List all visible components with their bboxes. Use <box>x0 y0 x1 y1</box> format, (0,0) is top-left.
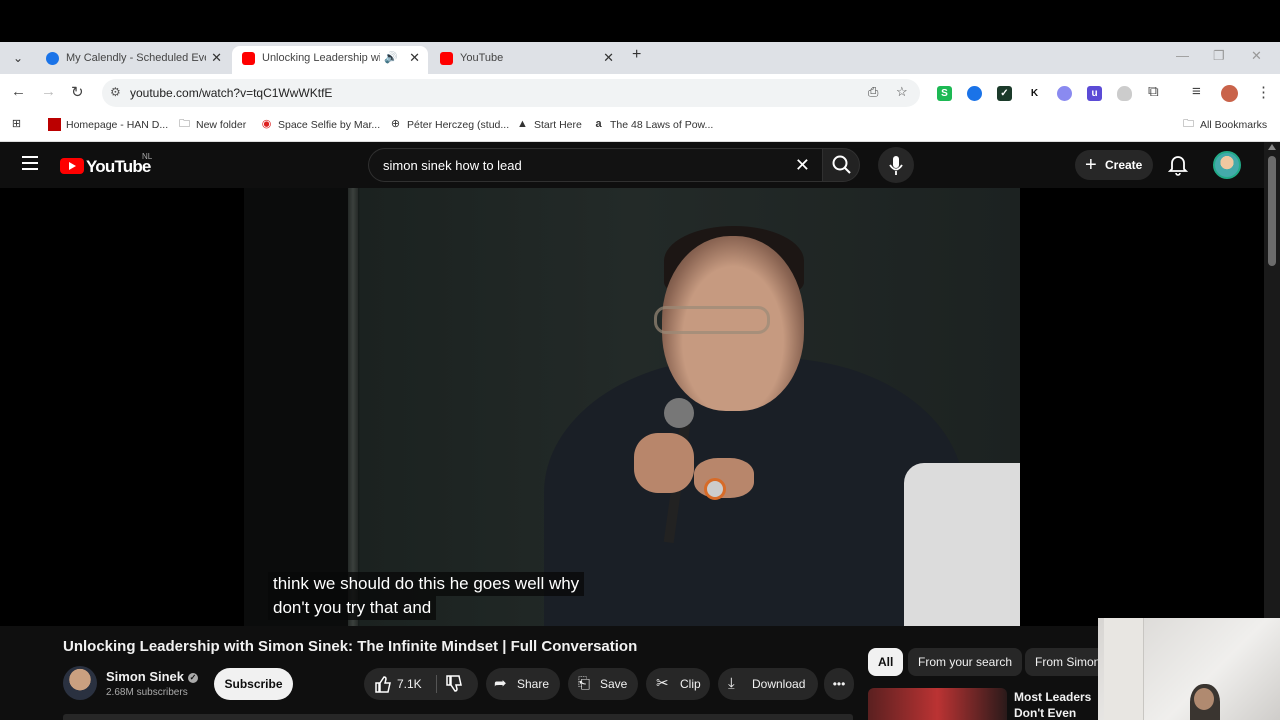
subscribe-button[interactable]: Subscribe <box>214 668 293 700</box>
han-icon <box>48 118 61 131</box>
reload-icon[interactable]: ↻ <box>71 83 84 101</box>
video-title: Unlocking Leadership with Simon Sinek: T… <box>63 638 638 655</box>
extension-check-icon[interactable]: ✓ <box>997 86 1012 101</box>
like-dislike-group: 7.1K <box>364 668 478 700</box>
extension-u-icon[interactable]: u <box>1087 86 1102 101</box>
chrome-menu-icon[interactable]: ⋮ <box>1256 83 1271 101</box>
chip-from-your-search[interactable]: From your search <box>908 648 1023 676</box>
download-icon: ⤓ <box>728 675 735 692</box>
share-button[interactable]: ➦ Share <box>486 668 560 700</box>
extension-k-icon[interactable]: K <box>1027 86 1042 101</box>
scrollbar-thumb[interactable] <box>1268 156 1276 266</box>
audio-playing-icon[interactable]: 🔊 <box>384 46 398 70</box>
recommended-video-title[interactable]: Most Leaders Don't Even Know the Game Th… <box>1014 689 1104 720</box>
space-selfie-icon: ◉ <box>261 118 272 130</box>
create-button[interactable]: + Create <box>1075 150 1153 180</box>
captions: think we should do this he goes well why… <box>268 572 585 620</box>
media-control-icon[interactable]: ≡ <box>1192 83 1201 100</box>
microphone-icon <box>889 156 903 175</box>
back-icon[interactable]: ← <box>11 83 26 100</box>
bookmark-space-selfie[interactable]: ◉ Space Selfie by Mar... <box>260 118 380 131</box>
bookmark-peter-herczeg[interactable]: ⊕ Péter Herczeg (stud... <box>389 118 509 131</box>
caption-line: don't you try that and <box>268 596 437 620</box>
tab-youtube[interactable]: YouTube ✕ <box>430 46 622 74</box>
like-button[interactable] <box>374 668 392 712</box>
more-actions-button[interactable]: ••• <box>824 668 854 700</box>
close-tab-icon[interactable]: ✕ <box>211 46 222 70</box>
channel-avatar[interactable] <box>63 666 97 700</box>
close-tab-icon[interactable]: ✕ <box>409 46 420 70</box>
subscriber-count: 2.68M subscribers <box>106 687 188 698</box>
address-bar[interactable]: ⚙ youtube.com/watch?v=tqC1WwWKtfE ⎙ ☆ <box>102 79 920 107</box>
plus-icon: + <box>1085 154 1097 176</box>
window-close-icon[interactable]: ✕ <box>1251 48 1262 64</box>
youtube-play-icon <box>60 158 84 174</box>
amazon-icon: a <box>595 118 602 130</box>
browser-toolbar: ← → ↻ ⚙ youtube.com/watch?v=tqC1WwWKtfE … <box>0 74 1280 112</box>
account-avatar[interactable] <box>1213 151 1241 179</box>
apps-grid-icon: ⊞ <box>11 118 22 130</box>
scissors-icon: ✂ <box>656 675 669 692</box>
dislike-button[interactable] <box>445 668 463 712</box>
scroll-up-icon[interactable] <box>1268 144 1276 150</box>
extension-s-icon[interactable]: S <box>937 86 952 101</box>
clip-button[interactable]: ✂ Clip <box>646 668 710 700</box>
video-frame[interactable] <box>244 188 1020 626</box>
chip-all[interactable]: All <box>868 648 904 676</box>
minimize-icon[interactable]: — <box>1176 48 1189 63</box>
download-button[interactable]: ⤓ Download <box>718 668 818 700</box>
thumbs-up-icon <box>375 676 391 693</box>
search-input[interactable]: simon sinek how to lead ✕ <box>368 148 822 182</box>
verified-icon: ✓ <box>188 672 199 683</box>
clear-search-icon[interactable]: ✕ <box>795 155 810 176</box>
folder-icon: 🗀 <box>179 118 190 130</box>
webcam-overlay <box>1098 618 1280 720</box>
notifications-icon[interactable] <box>1167 154 1189 176</box>
maximize-icon[interactable]: ❐ <box>1213 48 1225 64</box>
tab-search-icon[interactable]: ⌄ <box>8 48 28 68</box>
youtube-favicon-icon <box>242 52 255 65</box>
close-tab-icon[interactable]: ✕ <box>603 46 614 70</box>
thumbs-down-icon <box>446 675 462 692</box>
bookmark-icon: ⎗ <box>578 675 591 692</box>
shield-icon[interactable] <box>1117 86 1132 101</box>
voice-search-button[interactable] <box>878 147 914 183</box>
new-tab-icon[interactable]: + <box>632 46 641 64</box>
bookmark-start-here[interactable]: ▲ Start Here <box>516 118 582 131</box>
tab-youtube-video[interactable]: Unlocking Leadership with Simon Sinek 🔊 … <box>232 46 428 74</box>
channel-name[interactable]: Simon Sinek ✓ <box>106 669 199 684</box>
bookmark-48-laws[interactable]: a The 48 Laws of Pow... <box>592 118 713 131</box>
youtube-page: YouTube NL simon sinek how to lead ✕ + C… <box>0 142 1280 720</box>
forward-icon[interactable]: → <box>41 83 56 100</box>
recommended-video-thumbnail[interactable] <box>868 688 1007 720</box>
extension-cloud-icon[interactable] <box>1057 86 1072 101</box>
calendly-icon <box>46 52 59 65</box>
more-icon: ••• <box>832 677 846 691</box>
globe-icon: ⊕ <box>390 118 401 130</box>
screen: ⌄ My Calendly - Scheduled Events ✕ Unloc… <box>0 0 1280 720</box>
install-app-icon[interactable]: ⎙ <box>868 84 878 100</box>
bookmark-han[interactable]: Homepage - HAN D... <box>48 118 168 131</box>
bookmark-new-folder[interactable]: 🗀 New folder <box>178 118 246 131</box>
search-button[interactable] <box>822 148 860 182</box>
youtube-favicon-icon <box>440 52 453 65</box>
profile-avatar[interactable] <box>1221 85 1238 102</box>
folder-icon: 🗀 <box>1183 118 1194 130</box>
extensions-puzzle-icon[interactable]: ⧉ <box>1148 83 1159 100</box>
like-count[interactable]: 7.1K <box>397 668 422 700</box>
site-info-icon[interactable]: ⚙ <box>110 85 121 99</box>
extension-circle-icon[interactable] <box>967 86 982 101</box>
video-player[interactable]: think we should do this he goes well why… <box>0 188 1264 626</box>
share-icon: ➦ <box>494 675 507 692</box>
bookmark-star-icon[interactable]: ☆ <box>896 84 908 100</box>
tab-calendly[interactable]: My Calendly - Scheduled Events ✕ <box>36 46 230 74</box>
caption-line: think we should do this he goes well why <box>268 572 585 596</box>
youtube-header: YouTube NL simon sinek how to lead ✕ + C… <box>0 142 1264 188</box>
menu-icon[interactable] <box>22 156 38 170</box>
search-icon <box>832 155 851 174</box>
bookmarks-bar: ⊞ Homepage - HAN D... 🗀 New folder ◉ Space… <box>0 112 1280 142</box>
all-bookmarks[interactable]: 🗀 All Bookmarks <box>1182 118 1267 131</box>
save-button[interactable]: ⎗ Save <box>568 668 638 700</box>
triangle-icon: ▲ <box>517 118 528 130</box>
